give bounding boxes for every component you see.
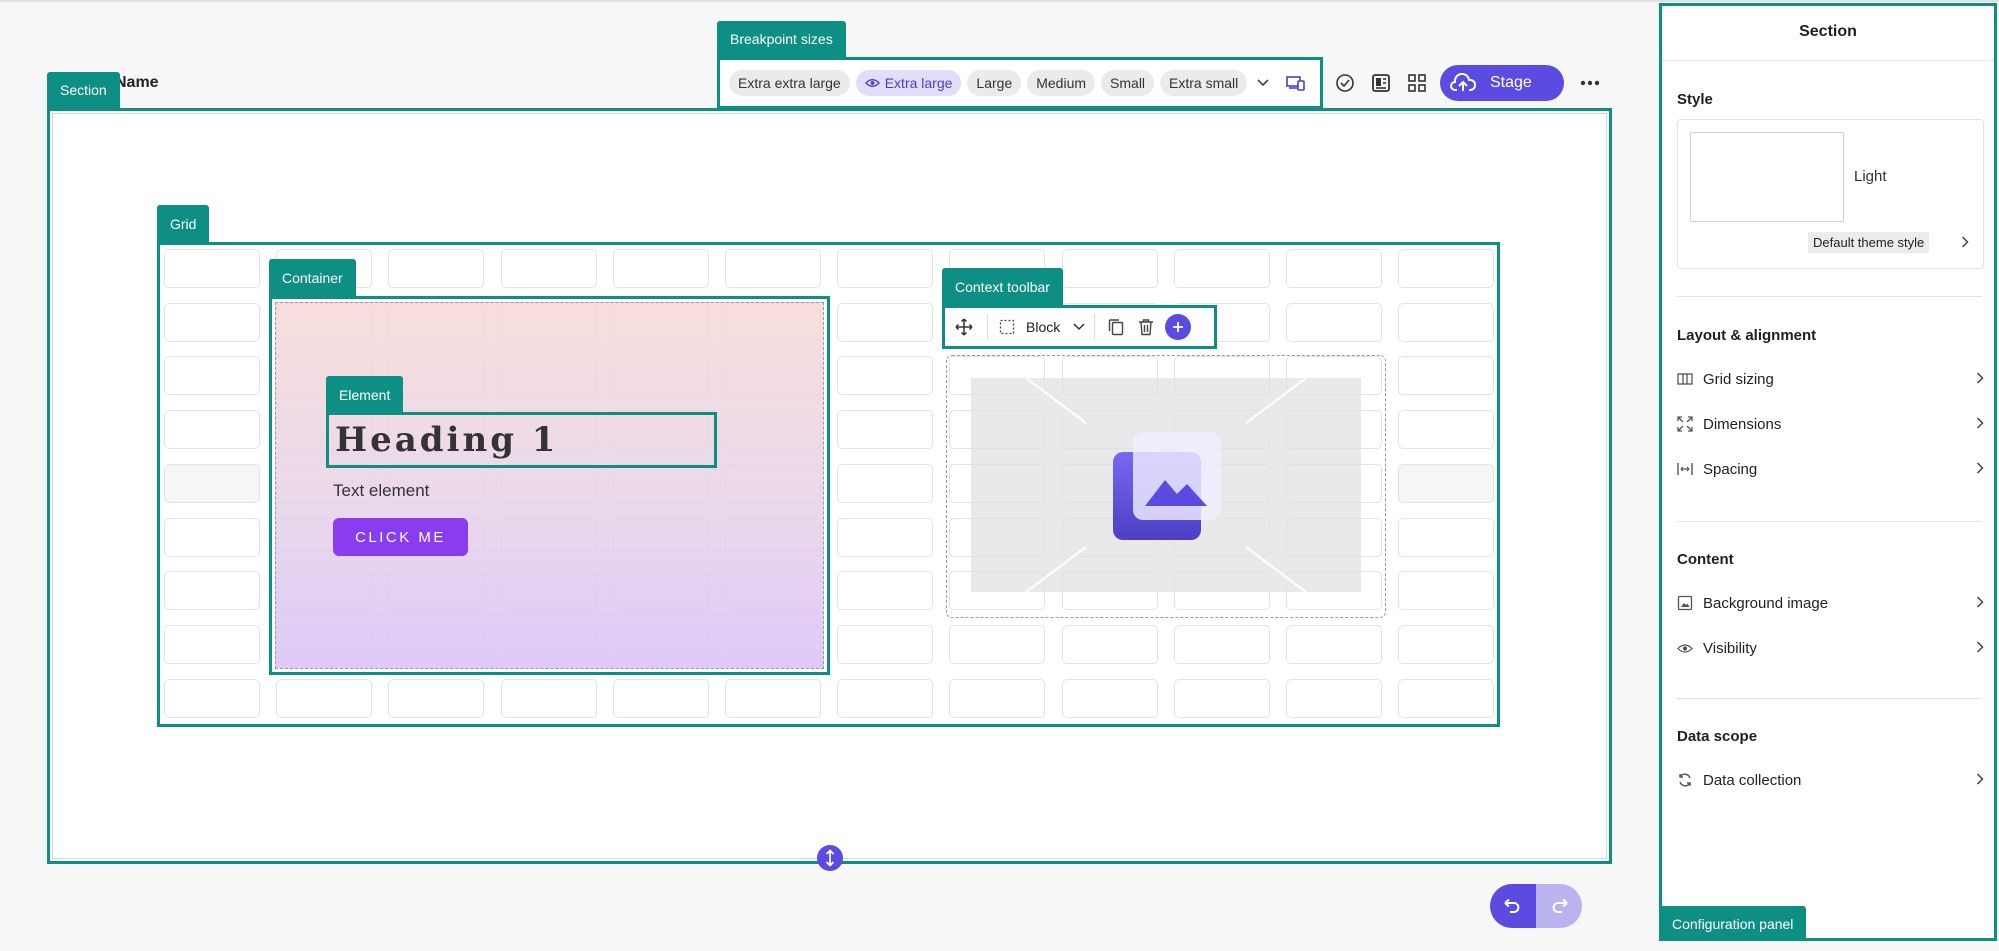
stage-label: Stage: [1490, 74, 1532, 91]
breakpoint-xl-label: Extra large: [884, 75, 953, 91]
context-toolbar: Block: [942, 305, 1217, 349]
configuration-panel: Section Style Light Default theme style …: [1659, 3, 1997, 941]
breakpoint-xl[interactable]: Extra large: [855, 70, 962, 96]
data-scope-header: Data scope: [1677, 728, 1758, 745]
grid-sizing-icon: [1677, 371, 1693, 387]
grid-sizing-label: Grid sizing: [1703, 370, 1774, 388]
cloud-upload-icon: [1450, 73, 1476, 91]
breakpoint-s[interactable]: Small: [1101, 70, 1155, 96]
image-block[interactable]: [946, 355, 1386, 618]
eye-icon: [864, 79, 880, 87]
breakpoints-tag: Breakpoint sizes: [717, 21, 846, 57]
chevron-right-icon: [1976, 416, 1984, 432]
undo-icon: [1504, 899, 1520, 913]
breakpoint-xs[interactable]: Extra small: [1160, 70, 1248, 96]
chevron-right-icon: [1976, 772, 1984, 788]
undo-button[interactable]: [1490, 884, 1536, 928]
breakpoint-m[interactable]: Medium: [1027, 70, 1096, 96]
stage-button[interactable]: Stage: [1440, 65, 1564, 101]
devices-icon[interactable]: [1283, 70, 1309, 96]
dimensions-icon: [1677, 416, 1693, 432]
content-header: Content: [1677, 551, 1734, 568]
divider-2: [1677, 521, 1982, 522]
data-collection-row[interactable]: Data collection: [1677, 765, 1984, 795]
context-toolbar-tag: Context toolbar: [942, 268, 1063, 306]
check-circle-icon[interactable]: [1333, 71, 1357, 95]
block-label[interactable]: Block: [1026, 319, 1060, 335]
chevron-right-icon: [1976, 461, 1984, 477]
add-icon[interactable]: [1165, 314, 1192, 340]
eye-icon: [1677, 640, 1693, 656]
image-placeholder: [971, 378, 1361, 592]
grid-sizing-row[interactable]: Grid sizing: [1677, 364, 1984, 394]
breakpoint-xxl[interactable]: Extra extra large: [729, 70, 850, 96]
configuration-panel-tag: Configuration panel: [1659, 906, 1807, 941]
visibility-label: Visibility: [1703, 639, 1757, 657]
visibility-row[interactable]: Visibility: [1677, 633, 1984, 663]
trash-icon[interactable]: [1133, 312, 1159, 342]
heading-element[interactable]: Heading 1: [326, 412, 717, 468]
element-tag: Element: [326, 376, 404, 413]
chevron-right-icon: [1976, 640, 1984, 656]
image-icon-small: [1677, 595, 1693, 611]
sync-icon: [1677, 772, 1693, 788]
panel-title-divider: [1662, 60, 1994, 61]
data-collection-label: Data collection: [1703, 771, 1802, 789]
divider-1: [1677, 296, 1982, 297]
chevron-right-icon: [1976, 371, 1984, 387]
style-name: Light: [1854, 168, 1887, 185]
divider-3: [1677, 698, 1982, 699]
toolbar-divider-2: [1094, 314, 1096, 340]
theme-style-chevron-icon: [1961, 235, 1969, 251]
block-chevron-down-icon[interactable]: [1068, 312, 1090, 342]
widgets-icon[interactable]: [1405, 71, 1429, 95]
section-tag: Section: [47, 72, 120, 108]
style-card[interactable]: Light Default theme style: [1677, 119, 1984, 269]
dimensions-label: Dimensions: [1703, 415, 1782, 433]
spacing-label: Spacing: [1703, 460, 1758, 478]
redo-icon: [1552, 899, 1568, 913]
background-image-label: Background image: [1703, 594, 1829, 612]
layout-header: Layout & alignment: [1677, 327, 1817, 344]
click-me-button[interactable]: CLICK ME: [333, 518, 468, 556]
chevron-down-icon[interactable]: [1253, 70, 1273, 96]
copy-icon[interactable]: [1103, 312, 1129, 342]
breakpoint-l[interactable]: Large: [967, 70, 1022, 96]
theme-style-badge: Default theme style: [1808, 232, 1930, 253]
grid-tag: Grid: [157, 205, 210, 243]
dimensions-row[interactable]: Dimensions: [1677, 409, 1984, 439]
spacing-row[interactable]: Spacing: [1677, 454, 1984, 484]
more-options-icon[interactable]: [1577, 71, 1603, 95]
resize-handle-icon[interactable]: [817, 845, 843, 871]
layout-preview-icon[interactable]: [1369, 71, 1393, 95]
move-icon[interactable]: [951, 312, 977, 342]
chevron-right-icon: [1976, 595, 1984, 611]
style-header: Style: [1677, 91, 1713, 108]
toolbar-divider: [987, 314, 988, 340]
redo-button[interactable]: [1536, 884, 1582, 928]
heading-text: Heading 1: [335, 420, 559, 460]
style-thumbnail: [1690, 132, 1844, 222]
top-edge: [0, 0, 1999, 2]
container-tag: Container: [269, 259, 356, 296]
text-element[interactable]: Text element: [333, 481, 429, 501]
panel-title: Section: [1799, 23, 1857, 40]
breakpoint-bar: Extra extra large Extra large Large Medi…: [717, 57, 1323, 109]
background-image-row[interactable]: Background image: [1677, 588, 1984, 618]
image-icon: [1113, 432, 1221, 540]
spacing-icon: [1677, 461, 1693, 477]
page-name[interactable]: Name: [115, 74, 159, 92]
block-select-icon[interactable]: [998, 312, 1016, 342]
